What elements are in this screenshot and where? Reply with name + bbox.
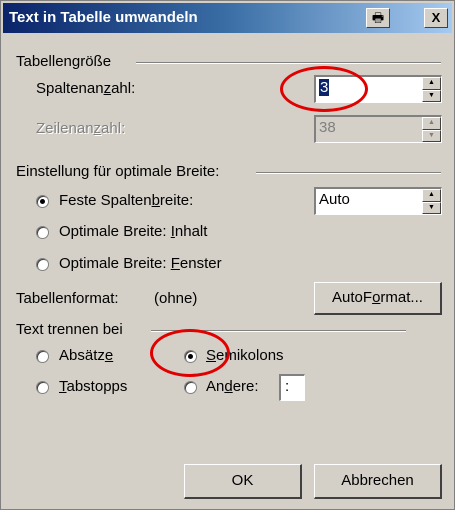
other-separator-value: : [285, 378, 290, 395]
paragraphs-radio[interactable] [36, 350, 49, 363]
autoformat-button[interactable]: AutoFormat... [314, 282, 442, 315]
paragraphs-label[interactable]: Absätze [59, 347, 113, 364]
table-format-value: (ohne) [154, 290, 198, 307]
width-settings-legend: Einstellung für optimale Breite: [16, 163, 220, 180]
table-size-legend: Tabellengröße [16, 53, 112, 70]
cancel-button[interactable]: Abbrechen [314, 464, 442, 499]
tabs-radio[interactable] [36, 381, 49, 394]
dialog-title: Text in Tabelle umwandeln [9, 9, 198, 26]
table-format-label: Tabellenformat: [16, 290, 119, 307]
close-button[interactable]: X [424, 8, 448, 28]
spin-down-icon[interactable]: ▼ [422, 89, 441, 102]
spin-down-icon[interactable]: ▼ [422, 201, 441, 214]
radio-selected-dot [40, 199, 45, 204]
fixed-width-input[interactable]: Auto ▲ ▼ [314, 187, 442, 215]
annotation-circle-columns [280, 66, 368, 112]
annotation-circle-semicolons [150, 329, 230, 377]
spin-up-icon: ▲ [422, 117, 441, 130]
rows-spinner: ▲ ▼ [422, 117, 441, 142]
close-icon: X [431, 10, 441, 25]
spin-down-icon: ▼ [422, 129, 441, 142]
help-button[interactable]: 🖶 [366, 8, 390, 28]
table-size-divider [136, 62, 441, 64]
fixed-width-radio[interactable] [36, 195, 49, 208]
ok-button[interactable]: OK [184, 464, 302, 499]
fixed-width-label[interactable]: Feste Spaltenbreite: [59, 192, 193, 209]
spin-up-icon[interactable]: ▲ [422, 77, 441, 90]
spin-up-icon[interactable]: ▲ [422, 189, 441, 202]
tabs-label[interactable]: Tabstopps [59, 378, 127, 395]
fit-window-radio[interactable] [36, 258, 49, 271]
fit-content-radio[interactable] [36, 226, 49, 239]
fit-window-label[interactable]: Optimale Breite: Fenster [59, 255, 222, 272]
separator-legend: Text trennen bei [16, 321, 123, 338]
fit-content-label[interactable]: Optimale Breite: Inhalt [59, 223, 207, 240]
help-icon: 🖶 [371, 10, 385, 25]
columns-label: Spaltenanzahl: [36, 80, 136, 97]
columns-spinner[interactable]: ▲ ▼ [422, 77, 441, 102]
rows-label: Zeilenanzahl: [36, 120, 126, 137]
rows-input: 38 ▲ ▼ [314, 115, 442, 143]
fixed-width-spinner[interactable]: ▲ ▼ [422, 189, 441, 214]
other-label[interactable]: Andere: [206, 378, 259, 395]
title-bar[interactable]: Text in Tabelle umwandeln 🖶 X [3, 3, 452, 33]
other-separator-input[interactable]: : [279, 374, 305, 401]
rows-value: 38 [319, 119, 336, 136]
fixed-width-value: Auto [319, 191, 350, 208]
convert-text-to-table-dialog: Text in Tabelle umwandeln 🖶 X Tabellengr… [0, 0, 455, 510]
width-settings-divider [256, 172, 441, 174]
other-radio[interactable] [184, 381, 197, 394]
